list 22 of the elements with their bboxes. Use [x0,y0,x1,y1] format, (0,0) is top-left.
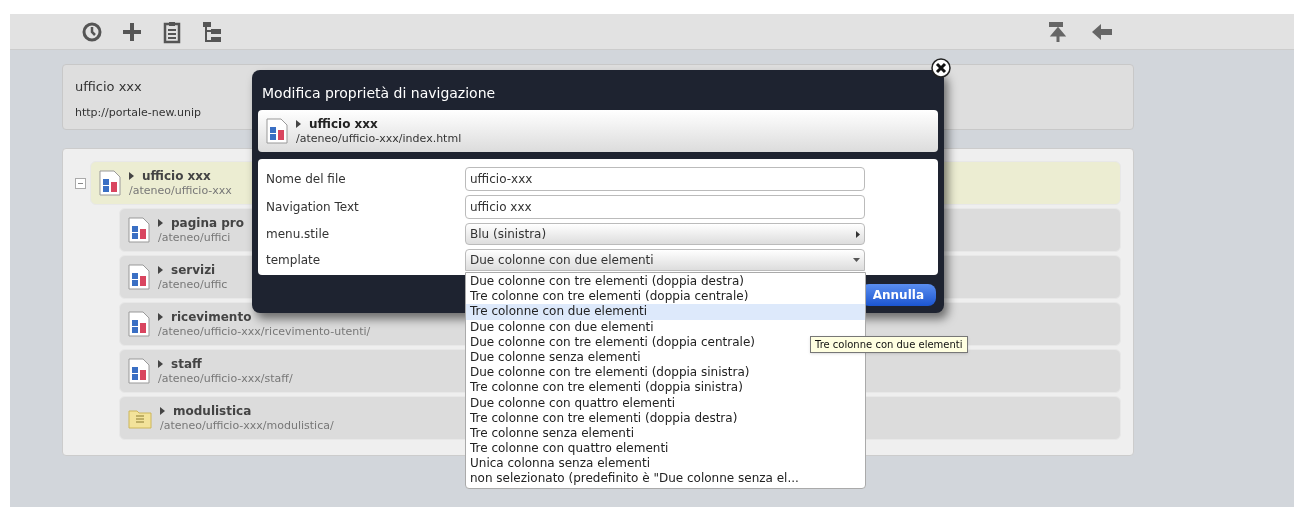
dialog-title: Modifica proprietà di navigazione [261,83,497,103]
info-url: http://portale-new.unip [75,104,201,121]
field-label: Nome del file [266,171,347,188]
tooltip: Tre colonne con due elementi [810,336,968,353]
item-path: /ateneo/ufficio-xxx/ricevimento-utenti/ [158,324,371,339]
item-title: pagina pro [171,215,244,231]
item-path: /ateneo/ufficio-xxx/modulistica/ [160,418,334,433]
item-title: staff [171,356,202,372]
item-path: /ateneo/ufficio-xxx/index.html [296,131,462,146]
item-title: ufficio xxx [142,168,211,184]
item-path: /ateneo/uffic [158,277,228,292]
item-path: /ateneo/ufficio-xxx/staff/ [158,371,293,386]
field-label: menu.stile [266,226,331,243]
item-path: /ateneo/ufficio-xxx [129,183,232,198]
item-title: ricevimento [171,309,252,325]
item-path: /ateneo/uffici [158,230,232,245]
item-title: modulistica [173,403,252,419]
item-title: servizi [171,262,216,278]
item-title: ufficio xxx [309,116,378,132]
info-title: ufficio xxx [75,78,142,96]
field-label: Navigation Text [266,199,360,216]
field-label: template [266,252,322,269]
